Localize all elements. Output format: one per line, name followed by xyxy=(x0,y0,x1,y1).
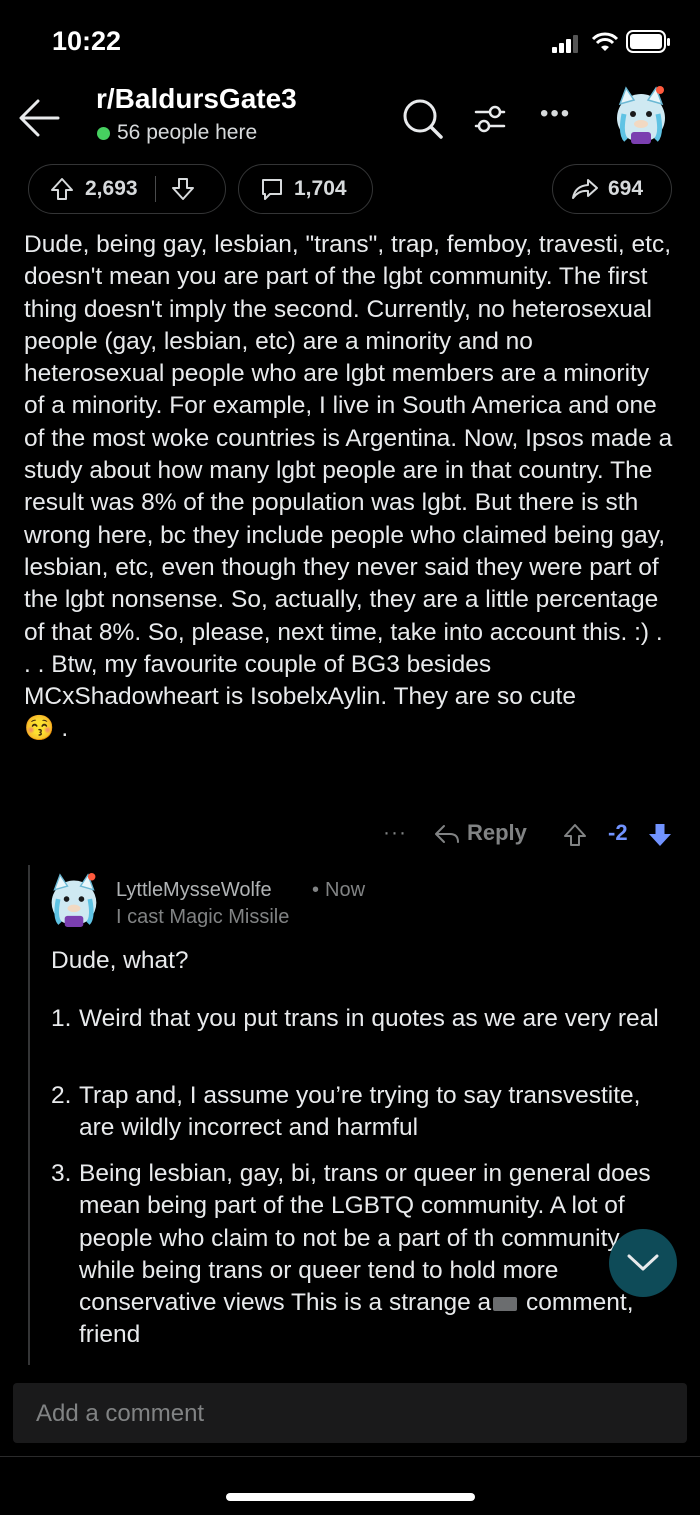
kissing-emoji: 😚 xyxy=(24,715,55,743)
divider xyxy=(0,1456,700,1457)
downvote-icon[interactable] xyxy=(170,176,196,202)
upvote-count: 2,693 xyxy=(85,177,138,200)
list-item: 2. Trap and, I assume you’re trying to s… xyxy=(51,1080,671,1145)
home-indicator[interactable] xyxy=(226,1493,475,1501)
vote-pill: 2,693 xyxy=(28,164,226,214)
filter-sliders-icon[interactable] xyxy=(474,104,506,134)
user-flair: I cast Magic Missile xyxy=(116,906,290,928)
vote-divider xyxy=(154,176,156,202)
share-count: 694 xyxy=(608,177,644,200)
list-item: 1. Weird that you put trans in quotes as… xyxy=(51,1003,671,1035)
add-comment-placeholder: Add a comment xyxy=(36,1400,205,1427)
reply-opening-line: Dude, what? xyxy=(51,947,189,974)
subreddit-name[interactable]: r/BaldursGate3 xyxy=(96,83,297,115)
reply-arrow-icon[interactable] xyxy=(433,822,461,846)
comment-count: 1,704 xyxy=(294,177,347,200)
list-item-text-wrapper: Being lesbian, gay, bi, trans or queer i… xyxy=(79,1158,671,1352)
comment-downvote-icon[interactable] xyxy=(647,822,673,848)
reply-author-avatar[interactable] xyxy=(47,870,101,930)
chevron-down-icon xyxy=(627,1254,659,1271)
reply-author-name[interactable]: LyttleMysseWolfe xyxy=(116,879,272,902)
online-indicator-icon xyxy=(97,127,110,140)
reply-timestamp: Now xyxy=(325,879,366,901)
reply-button[interactable]: Reply xyxy=(467,820,527,846)
comments-button[interactable]: 1,704 xyxy=(238,164,373,214)
thread-line[interactable] xyxy=(28,865,30,1365)
comment-more-button[interactable]: ··· xyxy=(383,821,407,845)
share-button[interactable]: 694 xyxy=(552,164,672,214)
cellular-signal-icon xyxy=(552,35,578,53)
list-item-text: Trap and, I assume you’re trying to say … xyxy=(79,1082,641,1142)
meta-separator: • xyxy=(312,879,320,901)
online-count: 56 people here xyxy=(117,121,258,144)
redaction-block xyxy=(493,1296,518,1311)
comment-text-end: . xyxy=(54,715,69,743)
comment-upvote-icon[interactable] xyxy=(562,822,588,848)
back-arrow-icon[interactable] xyxy=(18,96,62,140)
wifi-icon xyxy=(591,32,619,51)
user-avatar[interactable] xyxy=(612,84,670,146)
comment-text: Dude, being gay, lesbian, "trans", trap,… xyxy=(24,231,673,711)
more-options-icon[interactable]: ••• xyxy=(540,100,571,128)
battery-icon xyxy=(626,30,670,53)
jump-next-comment-button[interactable] xyxy=(609,1229,677,1297)
comment-score: -2 xyxy=(608,820,628,845)
upvote-icon[interactable] xyxy=(49,176,75,202)
list-number: 2. xyxy=(51,1082,72,1109)
list-item-text: Weird that you put trans in quotes as we… xyxy=(79,1005,659,1032)
list-number: 1. xyxy=(51,1005,72,1032)
list-number: 3. xyxy=(51,1160,72,1187)
search-icon[interactable] xyxy=(402,98,444,140)
comment-bubble-icon xyxy=(262,179,282,200)
status-time: 10:22 xyxy=(52,26,122,56)
comment-body: Dude, being gay, lesbian, "trans", trap,… xyxy=(24,229,676,746)
list-item: 3. Being lesbian, gay, bi, trans or quee… xyxy=(51,1158,671,1352)
share-arrow-icon xyxy=(572,179,598,199)
